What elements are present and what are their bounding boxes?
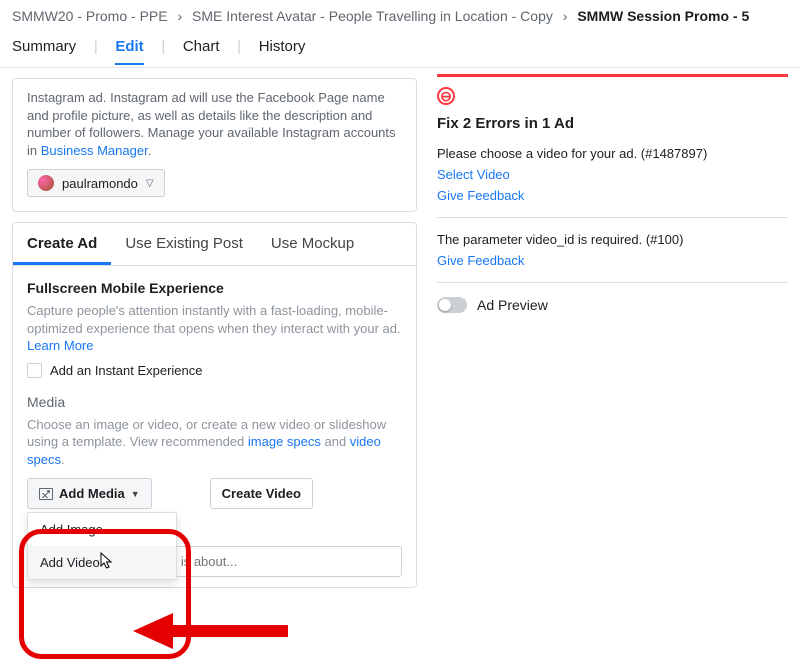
tab-use-mockup[interactable]: Use Mockup [257,223,368,265]
tab-summary[interactable]: Summary [12,38,76,55]
error-bar [437,74,788,77]
ad-preview-row[interactable]: Ad Preview [437,297,788,313]
subtabs: Summary | Edit | Chart | History [0,28,800,68]
account-name: paulramondo [62,176,138,191]
checkbox-icon[interactable] [27,363,42,378]
give-feedback-link-1[interactable]: Give Feedback [437,188,788,203]
add-media-label: Add Media [59,486,125,501]
instant-experience-checkbox-row[interactable]: Add an Instant Experience [27,363,402,378]
cursor-icon [100,552,114,575]
image-icon [39,488,53,500]
chevron-right-icon: › [177,8,182,24]
give-feedback-link-2[interactable]: Give Feedback [437,253,788,268]
error-2-text: The parameter video_id is required. (#10… [437,232,788,247]
ad-source-tabs: Create Ad Use Existing Post Use Mockup [13,223,416,266]
breadcrumb-adset[interactable]: SME Interest Avatar - People Travelling … [192,8,553,24]
instant-experience-label: Add an Instant Experience [50,363,203,378]
media-section-desc: Choose an image or video, or create a ne… [27,416,402,469]
breadcrumb-campaign[interactable]: SMMW20 - Promo - PPE [12,8,168,24]
tab-divider: | [237,38,241,55]
identity-card: Instagram ad. Instagram ad will use the … [12,78,417,212]
create-video-button[interactable]: Create Video [210,478,313,509]
tab-history[interactable]: History [259,38,306,55]
business-manager-link[interactable]: Business Manager [41,143,148,158]
image-specs-link[interactable]: image specs [248,434,321,449]
fullscreen-section-title: Fullscreen Mobile Experience [27,280,402,296]
tab-use-existing-post[interactable]: Use Existing Post [111,223,257,265]
divider [437,217,788,218]
learn-more-link[interactable]: Learn More [27,338,93,353]
error-icon: ⊖ [437,87,455,105]
tab-chart[interactable]: Chart [183,38,220,55]
add-media-button[interactable]: Add Media ▼ [27,478,152,509]
chevron-down-icon: ▽ [146,178,154,189]
dropdown-add-video[interactable]: Add Video [28,546,176,579]
dropdown-add-image[interactable]: Add Image [28,513,176,546]
error-panel: ⊖ Fix 2 Errors in 1 Ad Please choose a v… [437,68,788,588]
avatar [38,175,54,191]
select-video-link[interactable]: Select Video [437,167,788,182]
create-ad-card: Create Ad Use Existing Post Use Mockup F… [12,222,417,588]
tab-create-ad[interactable]: Create Ad [13,223,111,265]
fullscreen-section-desc: Capture people's attention instantly wit… [27,302,402,355]
error-1-text: Please choose a video for your ad. (#148… [437,146,788,161]
tab-edit[interactable]: Edit [115,38,143,65]
divider [437,282,788,283]
ad-preview-label: Ad Preview [477,297,548,313]
ad-preview-toggle[interactable] [437,297,467,313]
tab-divider: | [161,38,165,55]
media-section-title: Media [27,394,402,410]
instagram-description: Instagram ad. Instagram ad will use the … [27,89,402,159]
media-buttons-row: Add Media ▼ Add Image Add Video Create [27,478,402,509]
breadcrumb-ad-current: SMMW Session Promo - 5 [577,8,749,24]
instagram-account-selector[interactable]: paulramondo ▽ [27,169,165,197]
tab-divider: | [94,38,98,55]
chevron-right-icon: › [563,8,568,24]
breadcrumb: SMMW20 - Promo - PPE › SME Interest Avat… [0,0,800,28]
error-panel-title: Fix 2 Errors in 1 Ad [437,115,788,132]
add-media-dropdown: Add Image Add Video [27,512,177,580]
caret-down-icon: ▼ [131,489,140,499]
